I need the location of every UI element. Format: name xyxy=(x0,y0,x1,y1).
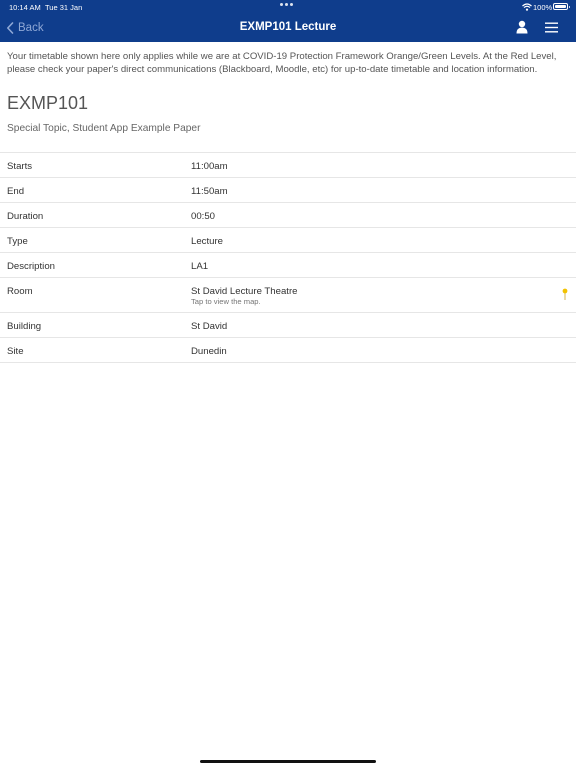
detail-row-duration: Duration 00:50 xyxy=(0,203,576,228)
detail-label: Room xyxy=(7,286,33,297)
paper-code: EXMP101 xyxy=(7,93,89,113)
detail-row-description: Description LA1 xyxy=(0,253,576,278)
detail-label: Description xyxy=(7,261,55,272)
status-time: 10:14 AM xyxy=(9,3,41,12)
detail-row-site: Site Dunedin xyxy=(0,338,576,363)
detail-value: LA1 xyxy=(191,261,209,272)
detail-value: Lecture xyxy=(191,236,223,247)
app-header: 10:14 AM Tue 31 Jan 100% Back EXMP101 Le… xyxy=(0,0,576,42)
detail-label: Starts xyxy=(7,161,33,172)
detail-value: 00:50 xyxy=(191,211,216,222)
detail-row-building: Building St David xyxy=(0,313,576,338)
class-details-table: Starts 11:00am End 11:50am Duration 00:5… xyxy=(0,152,576,363)
page-title: EXMP101 Lecture xyxy=(239,21,337,33)
wifi-icon xyxy=(522,3,532,11)
room-map-hint: Tap to view the map. xyxy=(191,297,261,306)
room-value: St David Lecture Theatre xyxy=(191,286,298,297)
battery-percentage: 100% xyxy=(533,3,553,12)
multitasking-dots-icon[interactable] xyxy=(280,3,293,6)
battery-icon xyxy=(553,3,570,10)
detail-row-room[interactable]: Room St David Lecture Theatre Tap to vie… xyxy=(0,278,576,313)
detail-value: 11:50am xyxy=(191,186,228,197)
detail-value: St David xyxy=(191,321,228,332)
paper-name: Special Topic, Student App Example Paper xyxy=(7,123,201,134)
home-indicator[interactable] xyxy=(200,760,376,763)
detail-label: Type xyxy=(7,236,28,247)
status-date: Tue 31 Jan xyxy=(45,3,83,12)
user-icon[interactable] xyxy=(515,20,529,34)
detail-value: Dunedin xyxy=(191,346,227,357)
map-pin-icon[interactable] xyxy=(562,288,568,300)
detail-label: Site xyxy=(7,346,24,357)
detail-row-end: End 11:50am xyxy=(0,178,576,203)
menu-icon[interactable] xyxy=(545,22,558,33)
status-bar: 10:14 AM Tue 31 Jan 100% xyxy=(0,0,576,14)
detail-row-type: Type Lecture xyxy=(0,228,576,253)
detail-label: Building xyxy=(7,321,42,332)
detail-row-starts: Starts 11:00am xyxy=(0,153,576,178)
detail-value: 11:00am xyxy=(191,161,228,172)
detail-label: End xyxy=(7,186,25,197)
timetable-notice: Your timetable shown here only applies w… xyxy=(7,51,557,75)
detail-label: Duration xyxy=(7,211,44,222)
